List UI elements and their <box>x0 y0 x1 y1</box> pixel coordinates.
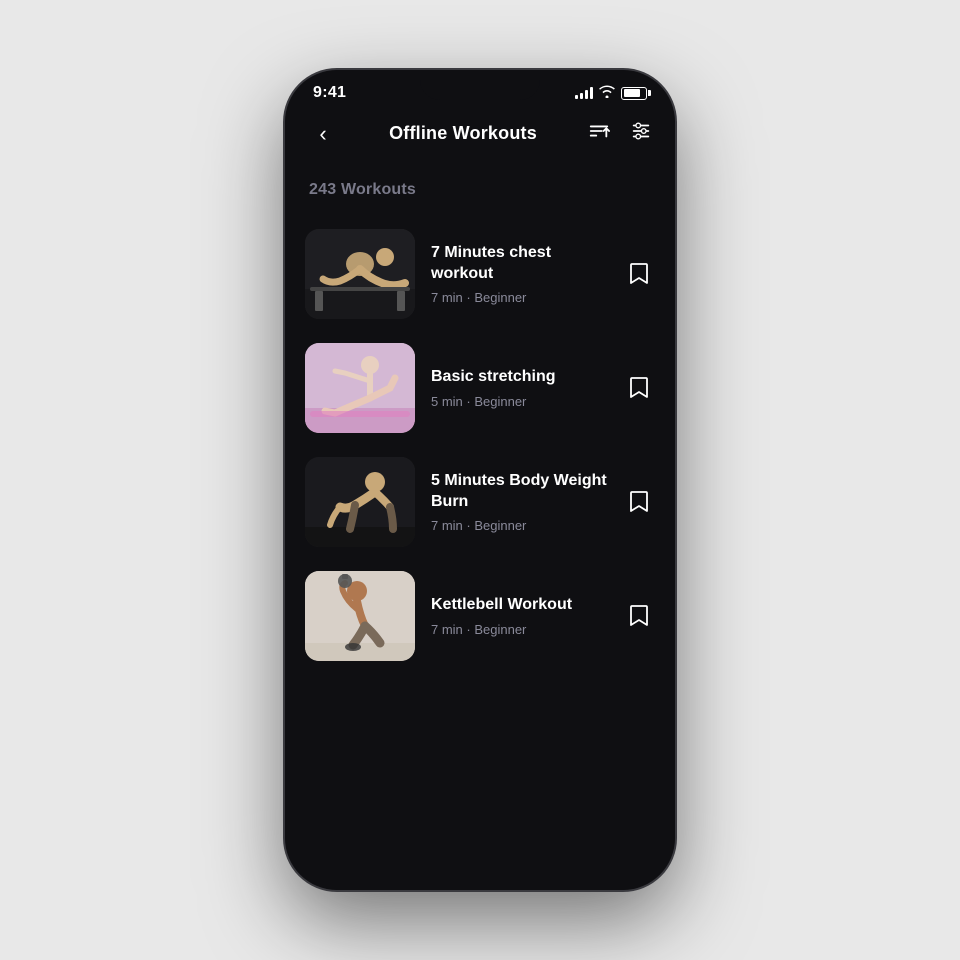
workout-thumbnail <box>305 343 415 433</box>
workout-thumbnail <box>305 571 415 661</box>
workout-name: 7 Minutes chest workout <box>431 243 607 285</box>
signal-icon <box>575 87 593 99</box>
bookmark-icon <box>629 376 649 400</box>
list-item[interactable]: Basic stretching 5 min · Beginner <box>285 331 675 445</box>
bookmark-icon <box>629 490 649 514</box>
workout-info: 7 Minutes chest workout 7 min · Beginner <box>431 243 607 306</box>
page-title: Offline Workouts <box>389 123 537 144</box>
workout-thumbnail <box>305 229 415 319</box>
filter-icon <box>630 120 652 142</box>
bookmark-button[interactable] <box>623 484 655 520</box>
bookmark-button[interactable] <box>623 598 655 634</box>
workout-meta: 7 min · Beginner <box>431 622 607 637</box>
phone-frame: 9:41 <box>285 70 675 890</box>
workout-list: 7 Minutes chest workout 7 min · Beginner <box>285 217 675 673</box>
workout-meta: 7 min · Beginner <box>431 518 607 533</box>
content-area: 243 Workouts <box>285 161 675 890</box>
workout-meta: 5 min · Beginner <box>431 394 607 409</box>
bookmark-button[interactable] <box>623 256 655 292</box>
list-item[interactable]: Kettlebell Workout 7 min · Beginner <box>285 559 675 673</box>
workout-name: Kettlebell Workout <box>431 595 607 616</box>
workout-meta: 7 min · Beginner <box>431 290 607 305</box>
bookmark-icon <box>629 262 649 286</box>
battery-icon <box>621 87 647 100</box>
workout-name: 5 Minutes Body Weight Burn <box>431 471 607 513</box>
workout-info: 5 Minutes Body Weight Burn 7 min · Begin… <box>431 471 607 534</box>
bookmark-icon <box>629 604 649 628</box>
bookmark-button[interactable] <box>623 370 655 406</box>
list-item[interactable]: 5 Minutes Body Weight Burn 7 min · Begin… <box>285 445 675 559</box>
back-button[interactable]: ‹ <box>305 121 341 147</box>
phone-screen: 9:41 <box>285 70 675 890</box>
workouts-count: 243 Workouts <box>285 171 675 217</box>
list-item[interactable]: 7 Minutes chest workout 7 min · Beginner <box>285 217 675 331</box>
status-time: 9:41 <box>313 84 346 102</box>
workout-name: Basic stretching <box>431 367 607 388</box>
workout-thumbnail <box>305 457 415 547</box>
nav-header: ‹ Offline Workouts <box>285 110 675 161</box>
sort-icon <box>588 120 610 142</box>
notch <box>420 70 540 100</box>
workout-info: Basic stretching 5 min · Beginner <box>431 367 607 409</box>
sort-button[interactable] <box>585 120 613 147</box>
filter-button[interactable] <box>627 120 655 147</box>
wifi-icon <box>599 85 615 101</box>
workout-info: Kettlebell Workout 7 min · Beginner <box>431 595 607 637</box>
nav-actions <box>585 120 655 147</box>
status-icons <box>575 85 647 101</box>
